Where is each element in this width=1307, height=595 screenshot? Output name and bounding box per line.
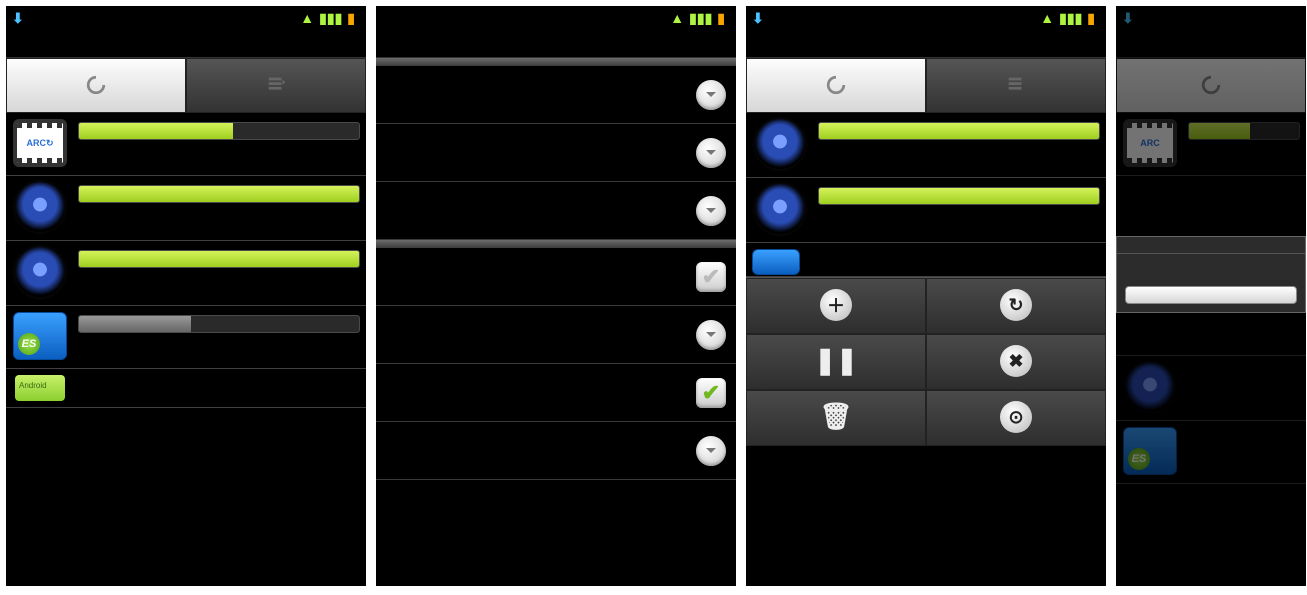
section-header [376,240,736,248]
tab-queue[interactable] [746,58,926,113]
progress-bar [78,122,360,140]
app-title [746,30,1106,58]
app-title [6,30,366,58]
cancel-icon: ✖ [1000,345,1032,377]
options-menu: ＋ ↻ ❚❚ ✖ 🗑 ⊙ [746,277,1106,446]
audio-file-icon [755,184,805,234]
wifi-icon: ▲ [300,10,314,26]
pause-icon: ❚❚ [814,345,858,376]
dropdown-icon[interactable] [696,138,726,168]
progress-bar [818,122,1100,140]
download-item[interactable] [746,113,1106,178]
apk-file-icon [15,375,65,401]
section-header [376,58,736,66]
download-item[interactable] [746,178,1106,243]
dropdown-icon[interactable] [696,196,726,226]
status-bar: ⬇ ▲ ▮▮▮ ▮ [746,6,1106,30]
download-item-partial [746,243,1106,277]
tab-history[interactable] [186,58,366,113]
menu-start-resume[interactable]: ↻ [926,278,1106,334]
setting-confirm-exit[interactable] [376,422,736,480]
progress-text [79,186,359,202]
history-icon [265,74,287,96]
menu-remove-all[interactable]: 🗑 [746,390,926,446]
progress-text [79,251,359,267]
progress-bar [78,250,360,268]
signal-icon: ▮▮▮ [689,10,712,27]
setting-max-connections[interactable] [376,124,736,182]
status-bar: ▲ ▮▮▮ ▮ [376,6,736,30]
progress-text [79,316,359,332]
checkbox-icon[interactable] [696,378,726,408]
history-icon [1005,74,1027,96]
progress-text [819,123,1099,139]
tab-bar [6,58,366,113]
setting-prompt-save-dir[interactable] [376,248,736,306]
dropdown-icon[interactable] [696,320,726,350]
download-item[interactable] [6,369,366,408]
video-file-icon: ARC↻ [13,119,67,167]
tab-queue[interactable] [6,58,186,113]
menu-cancel-all[interactable]: ✖ [926,334,1106,390]
progress-bar [78,315,360,333]
download-indicator-icon: ⬇ [12,10,24,27]
menu-more[interactable]: ⊙ [926,390,1106,446]
setting-download-mode[interactable] [376,306,736,364]
signal-icon: ▮▮▮ [319,10,342,27]
battery-icon: ▮ [1087,10,1095,27]
wifi-icon: ▲ [670,10,684,26]
queue-icon [85,74,107,96]
yes-exit-button[interactable] [1125,286,1297,304]
app-title [376,30,736,58]
dialog-title [1117,237,1305,254]
setting-background[interactable] [376,364,736,422]
setting-buffer-size[interactable] [376,182,736,240]
audio-file-icon [755,119,805,169]
refresh-icon: ↻ [1000,289,1032,321]
checkbox-icon[interactable] [696,262,726,292]
screenshot-1-queue: ⬇ ▲ ▮▮▮ ▮ ARC↻ [6,6,366,586]
audio-file-icon [15,182,65,232]
archive-file-icon [752,249,800,275]
status-bar: ⬇ ▲ ▮▮▮ ▮ [6,6,366,30]
download-item[interactable] [6,176,366,241]
archive-file-icon: ES [13,312,67,360]
queue-icon [825,74,847,96]
menu-add-download[interactable]: ＋ [746,278,926,334]
screenshot-3-menu: ⬇ ▲ ▮▮▮ ▮ [746,6,1106,586]
progress-text [79,123,359,139]
download-indicator-icon: ⬇ [752,10,764,27]
tab-bar [746,58,1106,113]
battery-icon: ▮ [717,10,725,27]
download-list: ARC↻ [6,113,366,586]
progress-text [819,188,1099,204]
download-item[interactable]: ES [6,306,366,369]
battery-icon: ▮ [347,10,355,27]
exit-dialog [1116,236,1306,313]
dialog-message [1117,254,1305,278]
tab-history[interactable] [926,58,1106,113]
trash-icon: 🗑 [819,401,852,432]
progress-bar [78,185,360,203]
signal-icon: ▮▮▮ [1059,10,1082,27]
menu-pause-all[interactable]: ❚❚ [746,334,926,390]
setting-max-downloads[interactable] [376,66,736,124]
progress-bar [818,187,1100,205]
plus-icon: ＋ [820,289,852,321]
download-item[interactable]: ARC↻ [6,113,366,176]
audio-file-icon [15,247,65,297]
screenshot-2-settings: ▲ ▮▮▮ ▮ [376,6,736,586]
screenshot-4-exit-dialog: ⬇ ARC [1116,6,1306,586]
dropdown-icon[interactable] [696,436,726,466]
dropdown-icon[interactable] [696,80,726,110]
download-list [746,113,1106,277]
download-item[interactable] [6,241,366,306]
wifi-icon: ▲ [1040,10,1054,26]
more-icon: ⊙ [1000,401,1032,433]
